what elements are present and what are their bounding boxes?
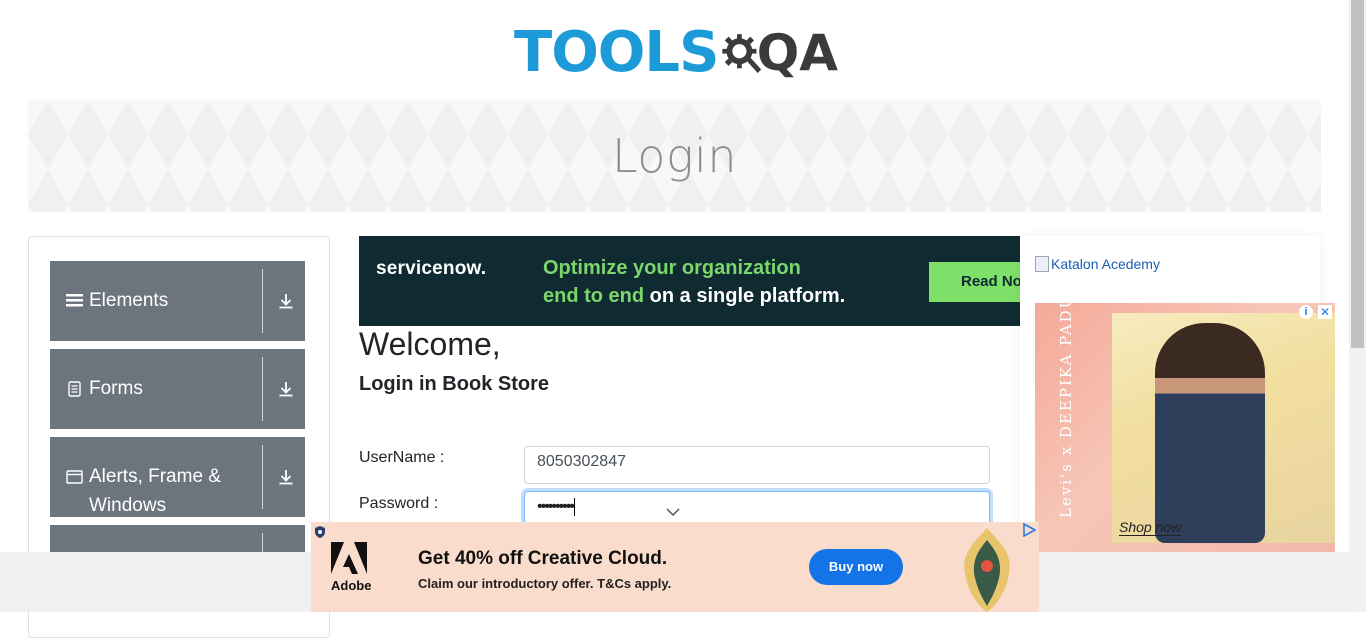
download-icon[interactable]	[277, 380, 295, 398]
ad-line-2-rest: on a single platform.	[644, 285, 846, 307]
ad-info-icon[interactable]: i	[1299, 305, 1313, 319]
shop-now-link[interactable]: Shop now	[1119, 519, 1182, 536]
servicenow-tagline: Optimize your organization end to end on…	[543, 254, 845, 310]
buy-now-button[interactable]: Buy now	[809, 549, 903, 585]
hamburger-icon	[66, 294, 83, 307]
katalon-alt-text: Katalon Acedemy	[1051, 256, 1160, 272]
ad-shield-icon[interactable]	[313, 525, 327, 539]
servicenow-logo: servicenow.	[376, 258, 487, 279]
page-banner: Login	[28, 100, 1321, 212]
levis-ad[interactable]: Levi's x DEEPIKA PADUKONE Shop now i ✕	[1035, 303, 1335, 553]
download-icon[interactable]	[277, 468, 295, 486]
password-value: ••••••••••	[537, 498, 575, 516]
menu-group-alerts-frame-windows[interactable]: Alerts, Frame & Windows	[50, 437, 305, 517]
ad-line-1: Optimize your organization	[543, 257, 801, 279]
levis-brand-text: Levi's x DEEPIKA PADUKONE	[1057, 303, 1075, 518]
read-now-button[interactable]: Read Now	[929, 262, 1020, 302]
login-subtitle: Login in Book Store	[359, 373, 549, 395]
divider	[262, 269, 263, 333]
ad-model-image	[1155, 323, 1265, 543]
adobe-ad[interactable]: Adobe Get 40% off Creative Cloud. Claim …	[311, 522, 1039, 612]
divider	[262, 357, 263, 421]
menu-group-forms[interactable]: Forms	[50, 349, 305, 429]
broken-image-icon	[1035, 256, 1049, 272]
username-label: UserName :	[359, 449, 445, 466]
servicenow-ad[interactable]: servicenow. Optimize your organization e…	[359, 236, 1020, 326]
document-icon	[68, 381, 81, 397]
ad-artwork	[964, 528, 1010, 612]
adobe-brand: Adobe	[331, 578, 372, 593]
menu-group-elements[interactable]: Elements	[50, 261, 305, 341]
page-title: Login	[611, 129, 737, 183]
scrollbar-thumb[interactable]	[1351, 0, 1364, 348]
adchoices-icon[interactable]	[1022, 523, 1036, 537]
logo-qa-text: QA	[756, 24, 838, 82]
menu-group-label: Elements	[89, 290, 169, 311]
adobe-headline: Get 40% off Creative Cloud.	[418, 548, 668, 569]
ad-close-icon[interactable]: ✕	[1318, 305, 1332, 319]
welcome-heading: Welcome,	[359, 326, 501, 362]
text-cursor	[574, 498, 576, 516]
username-input[interactable]: 8050302847	[524, 446, 990, 484]
menu-group-label: Alerts, Frame & Windows	[89, 466, 221, 516]
ad-line-2-highlight: end to end	[543, 285, 645, 307]
adobe-logo-icon	[331, 542, 367, 574]
menu-group-label: Forms	[89, 378, 143, 399]
download-icon[interactable]	[277, 292, 295, 310]
adobe-subline: Claim our introductory offer. T&Cs apply…	[418, 576, 672, 591]
logo-tools-text: TOOLS	[514, 20, 719, 85]
window-icon	[66, 470, 83, 484]
password-label: Password :	[359, 495, 439, 512]
chevron-down-icon[interactable]	[666, 507, 680, 517]
toolsqa-logo[interactable]: TOOLS QA	[514, 14, 838, 92]
katalon-ad-link[interactable]: Katalon Acedemy	[1035, 256, 1160, 272]
divider	[262, 445, 263, 509]
